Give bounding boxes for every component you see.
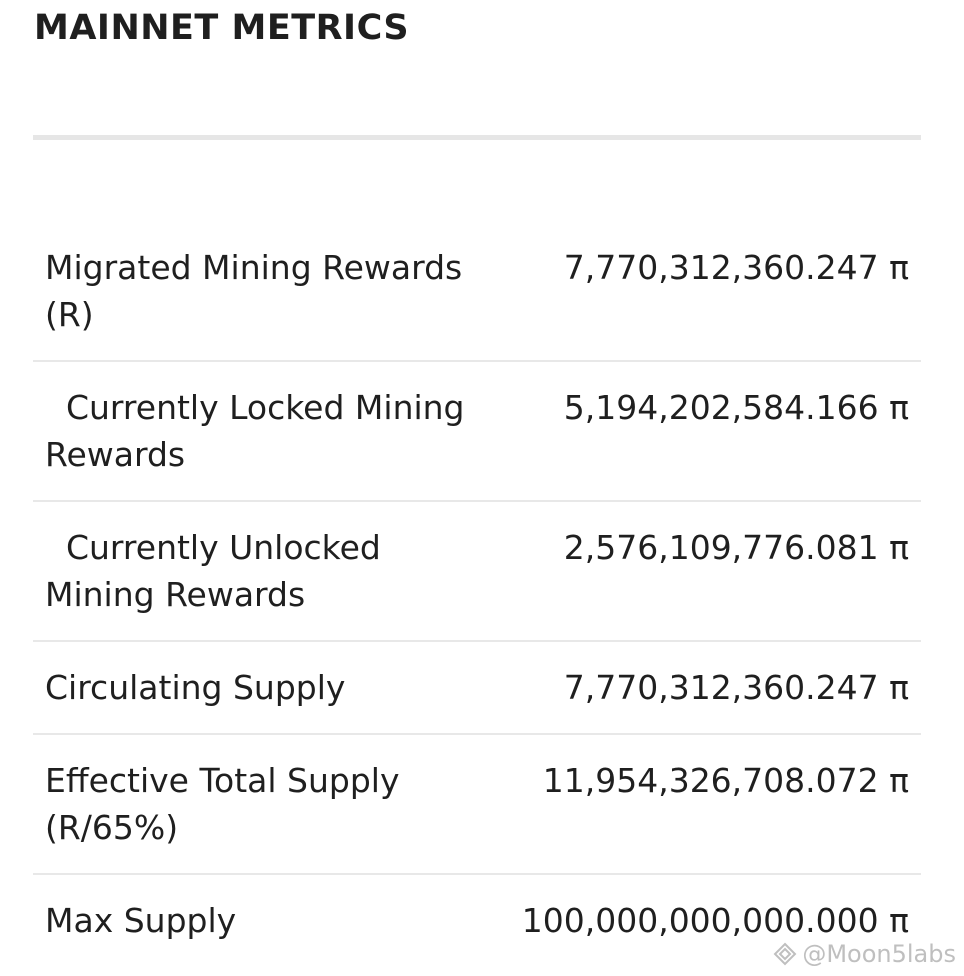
metric-value: 100,000,000,000.000 π [521, 901, 909, 940]
metric-row-circulating-supply: Circulating Supply 7,770,312,360.247 π [33, 642, 921, 735]
watermark-logo-icon [773, 942, 797, 966]
metric-row-migrated-mining-rewards: Migrated Mining Rewards (R) 7,770,312,36… [33, 222, 921, 362]
metric-label: Effective Total Supply (R/65%) [45, 761, 400, 847]
page-title: MAINNET METRICS [34, 8, 410, 48]
metric-value: 2,576,109,776.081 π [563, 528, 909, 567]
metric-label: Currently Unlocked Mining Rewards [45, 528, 381, 614]
metric-row-currently-unlocked: Currently Unlocked Mining Rewards 2,576,… [33, 502, 921, 642]
metric-value: 11,954,326,708.072 π [542, 761, 909, 800]
metric-label: Circulating Supply [45, 668, 346, 707]
metric-label: Max Supply [45, 901, 237, 940]
watermark: @Moon5labs [772, 940, 956, 968]
metric-value: 7,770,312,360.247 π [563, 248, 909, 287]
metric-label: Currently Locked Mining Rewards [45, 388, 465, 474]
metric-row-effective-total-supply: Effective Total Supply (R/65%) 11,954,32… [33, 735, 921, 875]
metric-value: 5,194,202,584.166 π [563, 388, 909, 427]
mainnet-metrics-page: MAINNET METRICS Migrated Mining Rewards … [0, 0, 964, 976]
header-divider [33, 135, 921, 140]
metric-label: Migrated Mining Rewards (R) [45, 248, 463, 334]
metric-row-currently-locked: Currently Locked Mining Rewards 5,194,20… [33, 362, 921, 502]
metrics-table: Migrated Mining Rewards (R) 7,770,312,36… [33, 222, 921, 968]
metric-value: 7,770,312,360.247 π [563, 668, 909, 707]
watermark-text: @Moon5labs [802, 940, 956, 968]
